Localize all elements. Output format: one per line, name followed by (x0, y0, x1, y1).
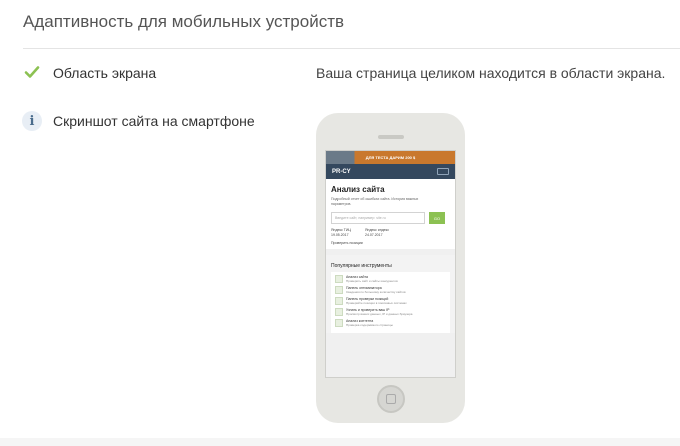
tools-title: Популярные инструменты (331, 263, 392, 269)
tool-item: Панель проверки позиций Проверяйте позици… (335, 297, 446, 305)
row-value-screen-area: Ваша страница целиком находится в област… (316, 65, 666, 81)
divider (23, 48, 680, 49)
tool-desc: Просмотр ваших данных, IP и данных брауз… (346, 312, 413, 316)
phone-home-button (377, 385, 405, 413)
stat-1-value: 19.05.2017 (331, 233, 349, 237)
home-icon (386, 394, 396, 404)
phone-mockup: ДЛЯ ТЕСТА ДАРИМ 200 $ PR-CY Анализ сайта… (316, 113, 465, 423)
stat-2: Яндекс индекс 24.07.2017 (365, 228, 389, 238)
tool-desc: Проверяйте позиции в поисковых системах (346, 301, 407, 305)
tool-desc: Сведения по большому количеству сайтов (346, 290, 406, 294)
tool-icon (335, 319, 343, 327)
tool-item: Анализ сайта Проверить сайт и сайты конку… (335, 275, 446, 283)
stat-2-value: 24.07.2017 (365, 233, 383, 237)
site-input: Введите сайт, например: site.ru (331, 212, 425, 224)
tool-desc: Проверить сайт и сайты конкурентов (346, 279, 398, 283)
menu-icon (437, 168, 449, 175)
check-icon (22, 62, 42, 82)
go-button: GO (429, 212, 445, 224)
stat-1: Яндекс ТИЦ 19.05.2017 (331, 228, 351, 238)
tool-icon (335, 275, 343, 283)
phone-screen: ДЛЯ ТЕСТА ДАРИМ 200 $ PR-CY Анализ сайта… (325, 150, 456, 378)
tool-icon (335, 286, 343, 294)
info-icon: i (22, 111, 42, 131)
tools-card: Анализ сайта Проверить сайт и сайты конку… (331, 272, 450, 333)
ad-banner: ДЛЯ ТЕСТА ДАРИМ 200 $ (326, 151, 455, 164)
position-link: Проверить позиции (331, 241, 363, 245)
tools-section: Популярные инструменты Анализ сайта Прове… (326, 255, 455, 333)
tool-item: Узнать и проверить ваш IP Просмотр ваших … (335, 308, 446, 316)
site-logo: PR-CY (332, 168, 351, 175)
bottom-strip (0, 438, 680, 446)
ad-text: ДЛЯ ТЕСТА ДАРИМ 200 $ (365, 155, 416, 160)
tool-icon (335, 297, 343, 305)
tool-icon (335, 308, 343, 316)
tool-item: Панель оптимизатора Сведения по большому … (335, 286, 446, 294)
search-row: Введите сайт, например: site.ru GO (331, 212, 450, 224)
hero-title: Анализ сайта (331, 185, 385, 194)
phone-speaker (378, 135, 404, 139)
stats: Яндекс ТИЦ 19.05.2017 Яндекс индекс 24.0… (331, 228, 450, 238)
hero: Анализ сайта Подробный отчет об ошибках … (326, 179, 455, 249)
hero-desc: Подробный отчет об ошибках сайта. Истори… (331, 197, 419, 206)
row-label-smartphone-screenshot: Скриншот сайта на смартфоне (53, 113, 255, 129)
section-title: Адаптивность для мобильных устройств (23, 12, 345, 31)
tool-desc: Проверка содержимого страницы (346, 323, 393, 327)
tool-item: Анализ контента Проверка содержимого стра… (335, 319, 446, 327)
row-label-screen-area: Область экрана (53, 65, 157, 81)
site-header: PR-CY (326, 164, 455, 179)
